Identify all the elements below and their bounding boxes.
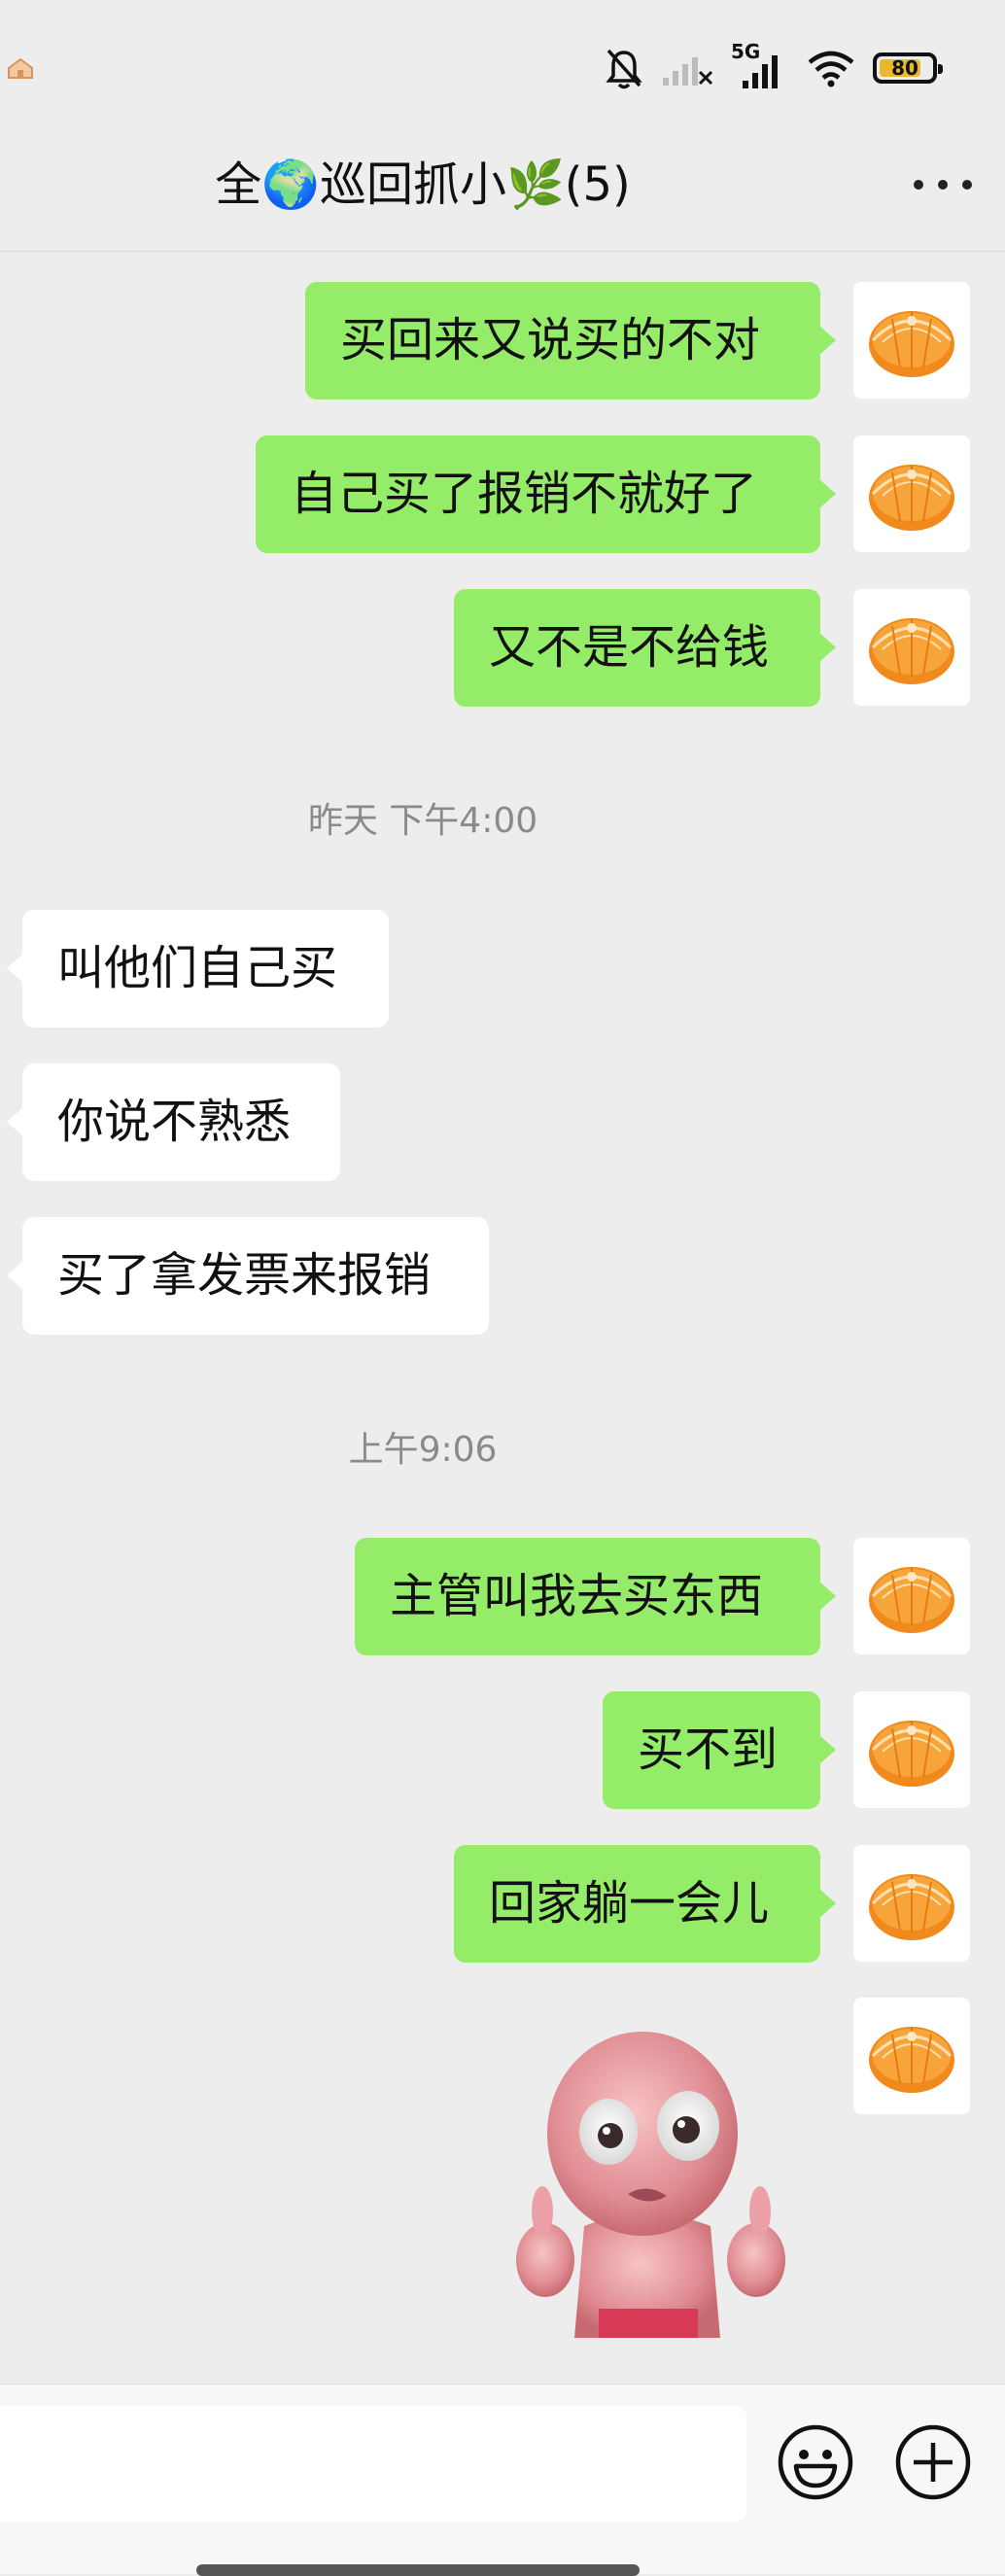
status-icons: 5G 80	[605, 40, 943, 93]
signal-5g-icon: 5G	[731, 40, 789, 90]
plus-icon[interactable]	[894, 2423, 972, 2501]
chat-title: 全🌍巡回抓小🌿(5)	[215, 157, 631, 212]
home-indicator[interactable]	[196, 2564, 640, 2576]
header-divider	[0, 251, 1005, 252]
signal-weak-icon	[663, 57, 713, 86]
wifi-icon	[808, 51, 854, 87]
outgoing-message-bubble[interactable]: 主管叫我去买东西	[355, 1538, 836, 1655]
incoming-message-bubble[interactable]: 你说不熟悉	[7, 1063, 340, 1181]
mandarin-orange-icon[interactable]	[853, 589, 970, 706]
emoji-icon[interactable]	[777, 2423, 854, 2501]
message-timestamp: 上午9:06	[348, 1430, 498, 1470]
status-bar: 5G 80	[0, 0, 1005, 136]
input-bar	[0, 2384, 1005, 2574]
mandarin-orange-icon[interactable]	[853, 1845, 970, 1962]
battery-icon: 80	[873, 52, 943, 84]
silent-bell-icon	[606, 49, 642, 89]
home-notification-icon	[8, 57, 33, 79]
incoming-message-bubble[interactable]: 买了拿发票来报销	[7, 1217, 489, 1335]
outgoing-message-bubble[interactable]: 回家躺一会儿	[454, 1845, 836, 1963]
incoming-message-bubble[interactable]: 叫他们自己买	[7, 910, 389, 1027]
mandarin-orange-icon[interactable]	[853, 1998, 970, 2114]
mandarin-orange-icon[interactable]	[853, 435, 970, 552]
outgoing-message-bubble[interactable]: 买回来又说买的不对	[305, 282, 836, 400]
outgoing-message-bubble[interactable]: 自己买了报销不就好了	[256, 435, 836, 553]
message-input[interactable]	[0, 2406, 746, 2523]
mandarin-orange-icon[interactable]	[853, 282, 970, 399]
outgoing-message-bubble[interactable]: 买不到	[603, 1691, 836, 1809]
outgoing-message-bubble[interactable]: 又不是不给钱	[454, 589, 836, 707]
pink-creature-thumbs-up-sticker[interactable]	[502, 2017, 793, 2348]
more-dots-icon[interactable]	[914, 173, 972, 196]
mandarin-orange-icon[interactable]	[853, 1538, 970, 1654]
chat-header: 全🌍巡回抓小🌿(5)	[0, 136, 1005, 251]
mandarin-orange-icon[interactable]	[853, 1691, 970, 1808]
message-timestamp: 昨天 下午4:00	[307, 801, 538, 841]
battery-level: 80	[891, 56, 918, 80]
